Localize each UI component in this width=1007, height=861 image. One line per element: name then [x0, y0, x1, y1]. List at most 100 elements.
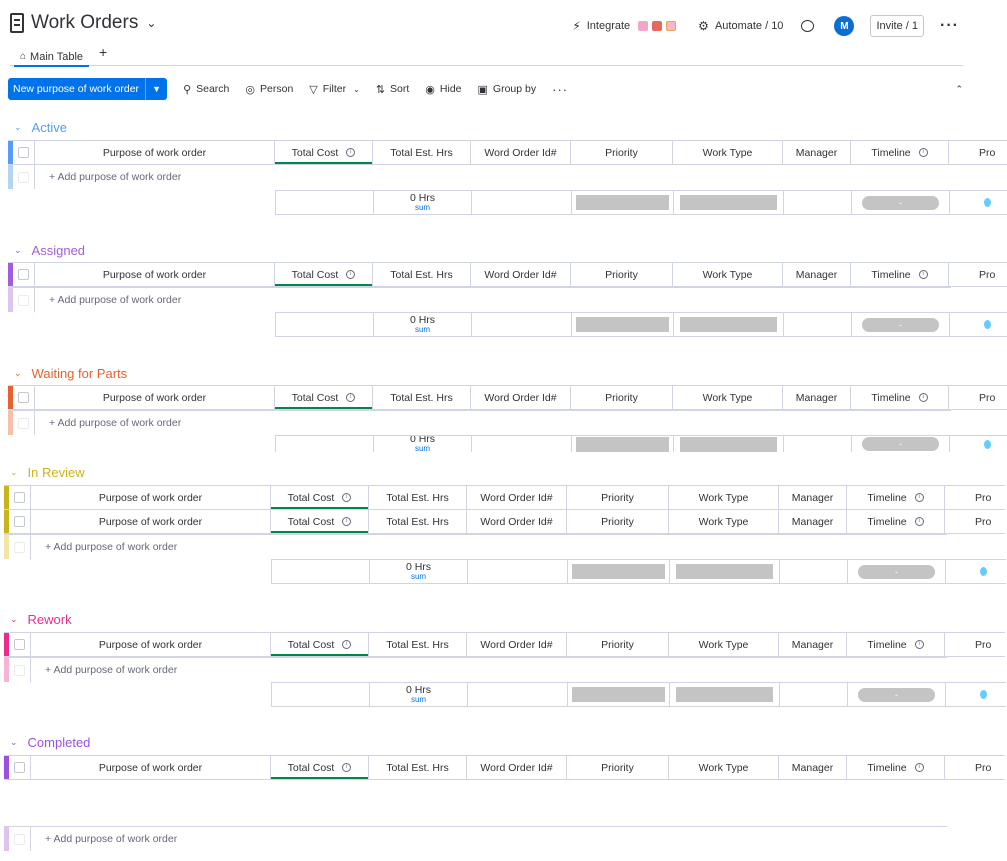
- select-all-checkbox[interactable]: [14, 516, 25, 527]
- chevron-down-icon[interactable]: ⌄: [10, 467, 18, 478]
- column-header-mgr[interactable]: Manager: [783, 263, 851, 286]
- group-title[interactable]: Rework: [28, 612, 72, 627]
- tab-main-table[interactable]: ⌂ Main Table: [10, 44, 93, 67]
- info-icon[interactable]: i: [914, 763, 924, 772]
- info-icon[interactable]: i: [918, 148, 928, 157]
- column-header-name[interactable]: Purpose of work order: [35, 263, 275, 286]
- chevron-down-icon[interactable]: ⌄: [14, 245, 22, 256]
- column-header-mgr[interactable]: Manager: [783, 141, 851, 164]
- add-item-input[interactable]: + Add purpose of work order: [31, 658, 947, 682]
- integrate-button[interactable]: ⚡ Integrate: [572, 19, 677, 33]
- search-button[interactable]: ⚲ Search: [183, 83, 229, 96]
- column-header-pr[interactable]: Pro: [945, 756, 1005, 779]
- select-all-cell[interactable]: [13, 263, 35, 286]
- info-icon[interactable]: i: [346, 148, 356, 157]
- chevron-down-icon[interactable]: ⌄: [10, 737, 18, 748]
- column-header-cost[interactable]: Total Cost i: [271, 633, 369, 656]
- toolbar-more-icon[interactable]: ···: [552, 82, 568, 97]
- column-header-tl[interactable]: Timeline i: [847, 633, 945, 656]
- select-all-checkbox[interactable]: [14, 639, 25, 650]
- group-title[interactable]: Waiting for Parts: [32, 366, 128, 381]
- filter-button[interactable]: ▽ Filter ⌄: [309, 83, 360, 96]
- column-header-name[interactable]: Purpose of work order: [31, 633, 271, 656]
- select-all-checkbox[interactable]: [18, 269, 29, 280]
- column-header-pr[interactable]: Pro: [949, 263, 1007, 286]
- column-header-wt[interactable]: Work Type: [673, 263, 783, 286]
- select-all-cell[interactable]: [9, 486, 31, 509]
- group-header[interactable]: ⌄ Assigned: [14, 240, 85, 260]
- chevron-down-icon[interactable]: ⌄: [146, 16, 156, 30]
- info-icon[interactable]: i: [914, 493, 924, 502]
- column-header-pr[interactable]: Pro: [949, 141, 1007, 164]
- chevron-down-icon[interactable]: ▼: [145, 78, 167, 100]
- column-header-wo[interactable]: Word Order Id#: [467, 633, 567, 656]
- column-header-name[interactable]: Purpose of work order: [31, 756, 271, 779]
- column-header-wo[interactable]: Word Order Id#: [467, 756, 567, 779]
- info-icon[interactable]: i: [918, 270, 928, 279]
- column-header-wt[interactable]: Work Type: [669, 510, 779, 533]
- column-header-prio[interactable]: Priority: [571, 263, 673, 286]
- new-item-button[interactable]: New purpose of work order ▼: [8, 78, 168, 100]
- person-filter-button[interactable]: ◎ Person: [245, 83, 293, 96]
- column-header-prio[interactable]: Priority: [567, 756, 669, 779]
- column-header-hrs[interactable]: Total Est. Hrs: [373, 263, 471, 286]
- column-header-wo[interactable]: Word Order Id#: [471, 141, 571, 164]
- column-header-hrs[interactable]: Total Est. Hrs: [369, 633, 467, 656]
- chevron-down-icon[interactable]: ⌄: [353, 85, 360, 94]
- info-icon[interactable]: i: [346, 270, 356, 279]
- column-header-wt[interactable]: Work Type: [669, 756, 779, 779]
- column-header-mgr[interactable]: Manager: [779, 486, 847, 509]
- info-icon[interactable]: i: [342, 640, 352, 649]
- group-title[interactable]: Assigned: [32, 243, 85, 258]
- column-header-tl[interactable]: Timeline i: [851, 141, 949, 164]
- group-title[interactable]: Active: [32, 120, 67, 135]
- info-icon[interactable]: i: [918, 393, 928, 402]
- select-all-checkbox[interactable]: [14, 492, 25, 503]
- select-all-cell[interactable]: [13, 141, 35, 164]
- group-by-button[interactable]: ▣ Group by: [478, 83, 537, 96]
- updates-icon[interactable]: [801, 20, 815, 32]
- chevron-down-icon[interactable]: ⌄: [14, 122, 22, 133]
- column-header-wt[interactable]: Work Type: [669, 486, 779, 509]
- group-header[interactable]: ⌄ Rework: [10, 609, 72, 629]
- column-header-tl[interactable]: Timeline i: [847, 486, 945, 509]
- column-header-wo[interactable]: Word Order Id#: [471, 386, 571, 409]
- column-header-wo[interactable]: Word Order Id#: [467, 486, 567, 509]
- column-header-mgr[interactable]: Manager: [779, 633, 847, 656]
- group-header[interactable]: ⌄ In Review: [10, 462, 85, 482]
- group-title[interactable]: Completed: [28, 735, 91, 750]
- hide-button[interactable]: ◉ Hide: [425, 83, 461, 96]
- group-header[interactable]: ⌄ Active: [14, 117, 67, 137]
- column-header-cost[interactable]: Total Cost i: [275, 386, 373, 409]
- column-header-pr[interactable]: Pro: [945, 633, 1005, 656]
- column-header-cost[interactable]: Total Cost i: [271, 486, 369, 509]
- automate-button[interactable]: ⚙ Automate / 10: [698, 19, 783, 33]
- column-header-wt[interactable]: Work Type: [673, 141, 783, 164]
- info-icon[interactable]: i: [914, 640, 924, 649]
- info-icon[interactable]: i: [342, 763, 352, 772]
- avatar[interactable]: M: [834, 16, 855, 36]
- column-header-name[interactable]: Purpose of work order: [35, 141, 275, 164]
- column-header-cost[interactable]: Total Cost i: [271, 510, 369, 533]
- info-icon[interactable]: i: [342, 517, 352, 526]
- more-options-icon[interactable]: ···: [940, 17, 959, 35]
- select-all-cell[interactable]: [13, 386, 35, 409]
- board-title[interactable]: Work Orders: [31, 12, 138, 34]
- column-header-cost[interactable]: Total Cost i: [271, 756, 369, 779]
- column-header-hrs[interactable]: Total Est. Hrs: [373, 141, 471, 164]
- add-item-input[interactable]: + Add purpose of work order: [31, 535, 947, 559]
- collapse-header-icon[interactable]: ⌃: [955, 84, 963, 95]
- add-item-input[interactable]: + Add purpose of work order: [35, 411, 951, 435]
- column-header-wt[interactable]: Work Type: [673, 386, 783, 409]
- column-header-prio[interactable]: Priority: [567, 486, 669, 509]
- column-header-prio[interactable]: Priority: [571, 141, 673, 164]
- column-header-mgr[interactable]: Manager: [783, 386, 851, 409]
- column-header-name[interactable]: Purpose of work order: [31, 510, 271, 533]
- chevron-down-icon[interactable]: ⌄: [10, 614, 18, 625]
- select-all-checkbox[interactable]: [18, 147, 29, 158]
- column-header-tl[interactable]: Timeline i: [847, 510, 945, 533]
- column-header-wo[interactable]: Word Order Id#: [471, 263, 571, 286]
- column-header-tl[interactable]: Timeline i: [847, 756, 945, 779]
- select-all-checkbox[interactable]: [18, 392, 29, 403]
- column-header-hrs[interactable]: Total Est. Hrs: [369, 756, 467, 779]
